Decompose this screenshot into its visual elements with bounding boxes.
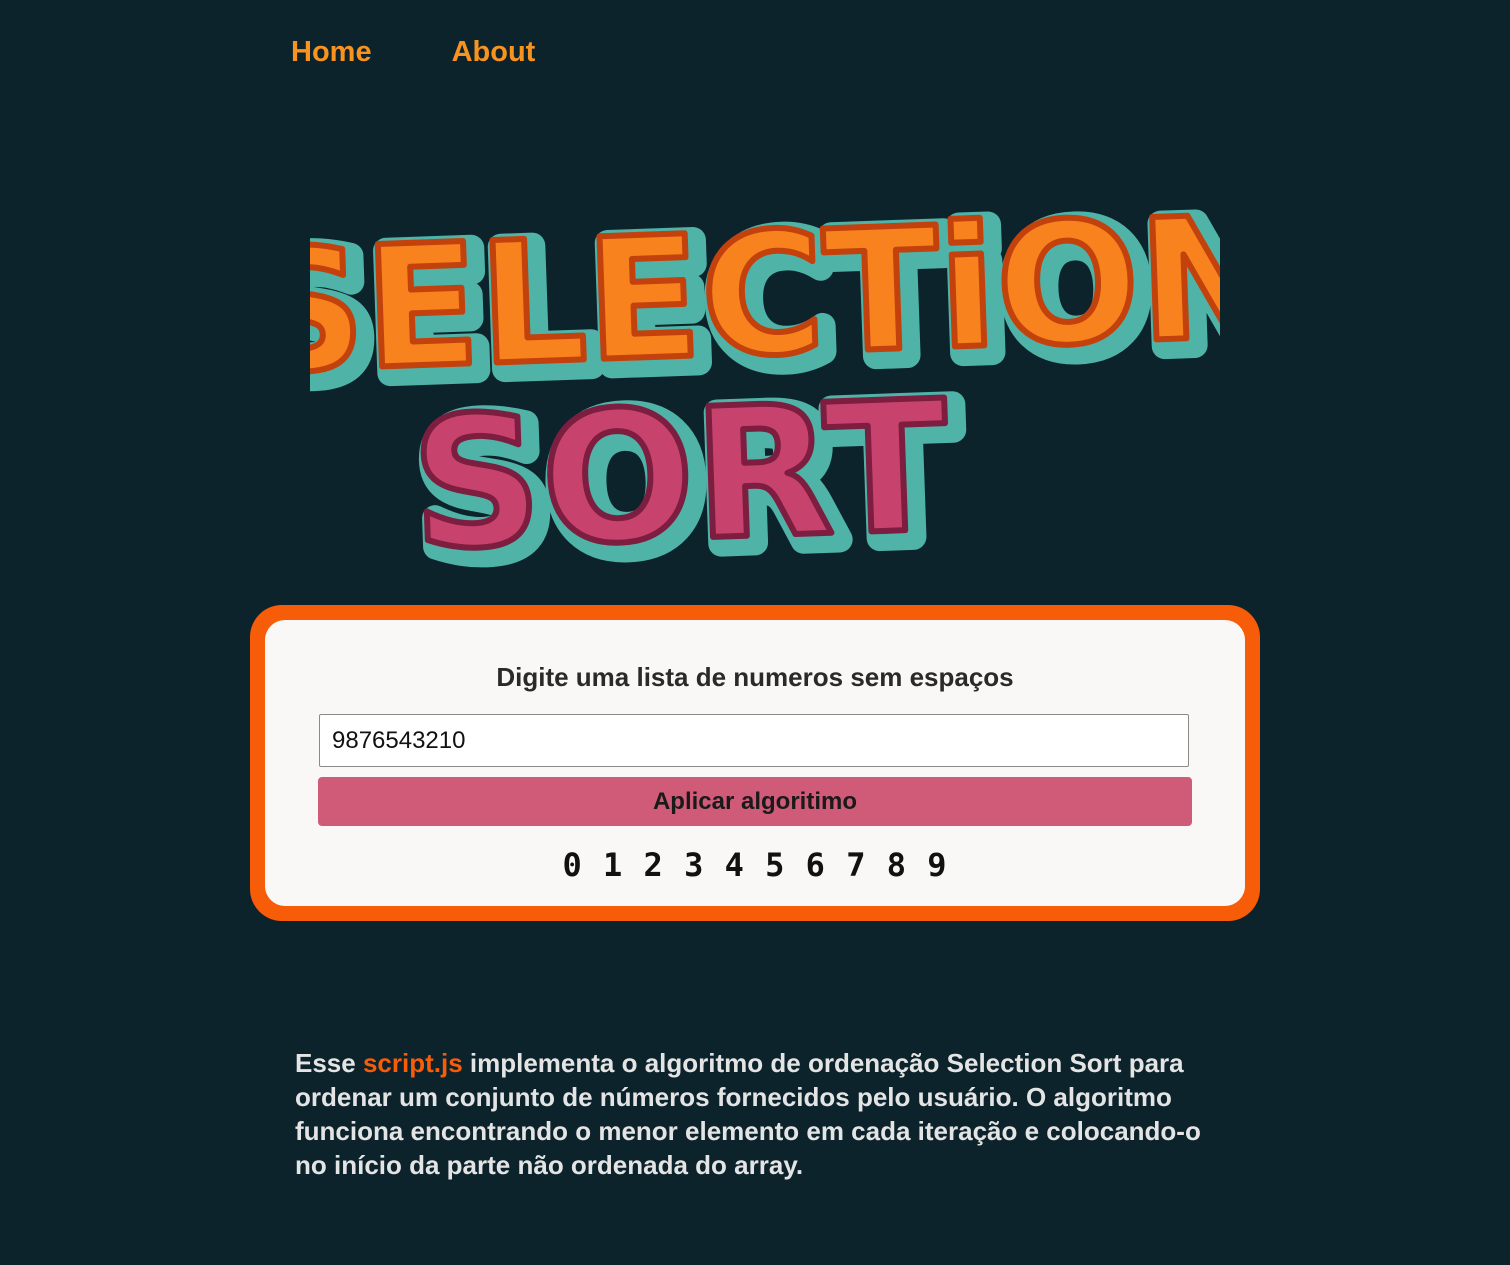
logo-line2: SORT — [408, 363, 951, 575]
selection-sort-logo: SELECTiON SELECTiON SORT SORT — [310, 195, 1220, 575]
nav-home-link[interactable]: Home — [291, 36, 372, 69]
sort-form-panel: Digite uma lista de numeros sem espaços … — [265, 620, 1245, 906]
description-text: Esse script.js implementa o algoritmo de… — [295, 1046, 1230, 1182]
nav-about-link[interactable]: About — [452, 36, 536, 69]
script-js-highlight: script.js — [362, 1048, 463, 1078]
sorted-result: 0 1 2 3 4 5 6 7 8 9 — [562, 846, 948, 884]
description-prefix: Esse — [295, 1048, 363, 1078]
top-nav: Home About — [291, 36, 535, 69]
numbers-input[interactable] — [319, 714, 1189, 767]
apply-algorithm-button[interactable]: Aplicar algoritimo — [318, 777, 1192, 826]
sort-form-card: Digite uma lista de numeros sem espaços … — [250, 605, 1260, 921]
form-title: Digite uma lista de numeros sem espaços — [496, 662, 1014, 692]
